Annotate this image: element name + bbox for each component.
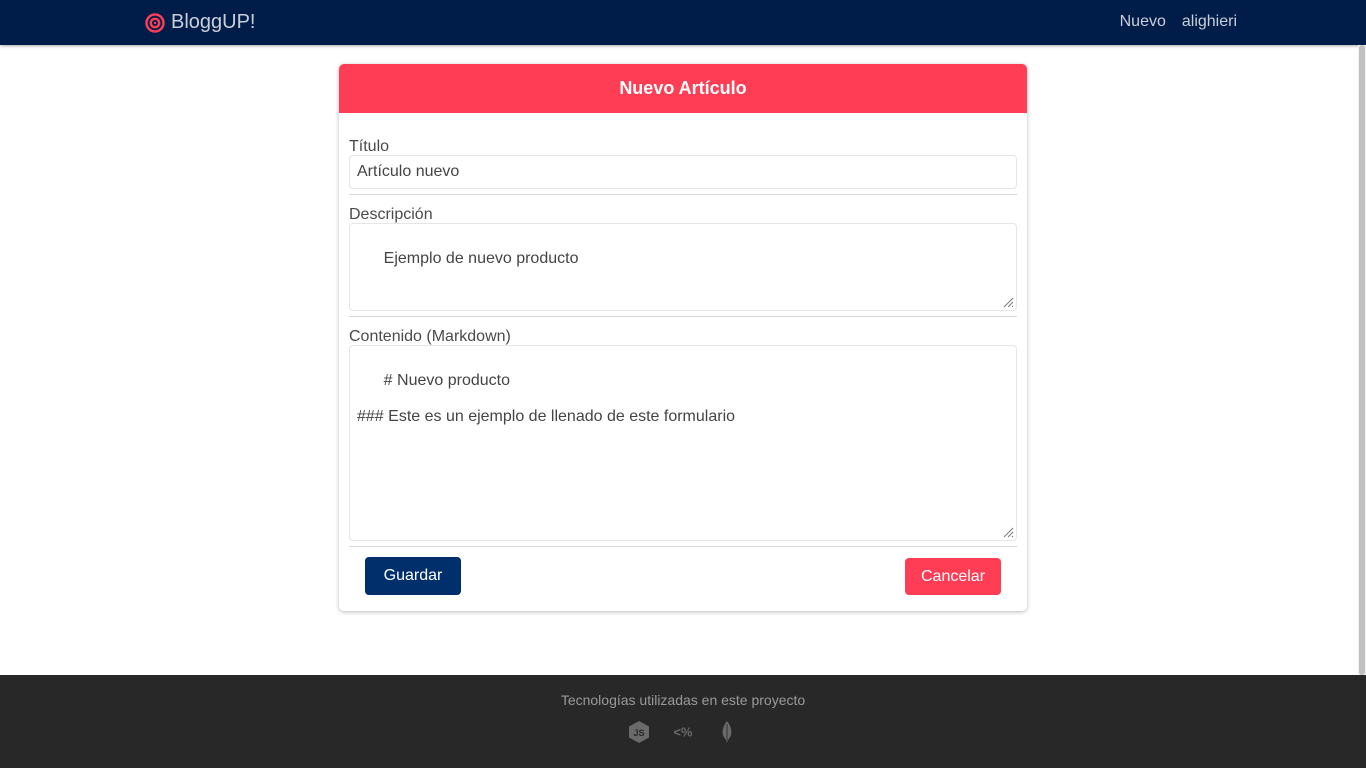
footer: Tecnologías utilizadas en este proyecto …	[0, 675, 1366, 768]
brand-link[interactable]: BloggUP!	[145, 11, 256, 34]
page-scrollbar[interactable]	[1358, 45, 1366, 675]
divider	[349, 546, 1017, 547]
title-input[interactable]: Artículo nuevo	[349, 155, 1017, 189]
nodejs-icon: JS	[629, 721, 649, 743]
description-textarea[interactable]: Ejemplo de nuevo producto	[349, 223, 1017, 311]
cancel-button[interactable]: Cancelar	[905, 558, 1001, 595]
card-header: Nuevo Artículo	[339, 64, 1027, 113]
content-textarea[interactable]: # Nuevo producto ### Este es un ejemplo …	[349, 345, 1017, 541]
scrollbar-thumb[interactable]	[1359, 45, 1365, 675]
card-title: Nuevo Artículo	[619, 78, 747, 98]
resize-grip-icon[interactable]	[1002, 296, 1014, 308]
top-navbar: BloggUP! Nuevo alighieri	[0, 0, 1366, 45]
svg-text:JS: JS	[633, 728, 644, 738]
target-icon	[145, 12, 165, 33]
divider	[349, 316, 1017, 317]
resize-grip-icon[interactable]	[1002, 526, 1014, 538]
svg-text:<%: <%	[674, 724, 694, 739]
ejs-icon: <%	[674, 724, 694, 739]
description-text: Ejemplo de nuevo producto	[383, 250, 579, 267]
content-text: # Nuevo producto ### Este es un ejemplo …	[357, 372, 736, 425]
nav-links: Nuevo alighieri	[1120, 13, 1237, 31]
divider	[349, 194, 1017, 195]
save-button[interactable]: Guardar	[365, 557, 461, 595]
content-label: Contenido (Markdown)	[349, 328, 511, 345]
tech-icons: JS <%	[0, 720, 1366, 744]
nav-link-nuevo[interactable]: Nuevo	[1120, 13, 1166, 31]
title-label: Título	[349, 138, 390, 155]
nav-link-user[interactable]: alighieri	[1182, 13, 1237, 31]
new-article-card: Nuevo Artículo Título Artículo nuevo Des…	[339, 64, 1027, 611]
footer-text: Tecnologías utilizadas en este proyecto	[560, 692, 806, 708]
brand-name: BloggUP!	[171, 11, 256, 33]
mongodb-icon	[722, 721, 732, 743]
description-label: Descripción	[349, 206, 433, 223]
